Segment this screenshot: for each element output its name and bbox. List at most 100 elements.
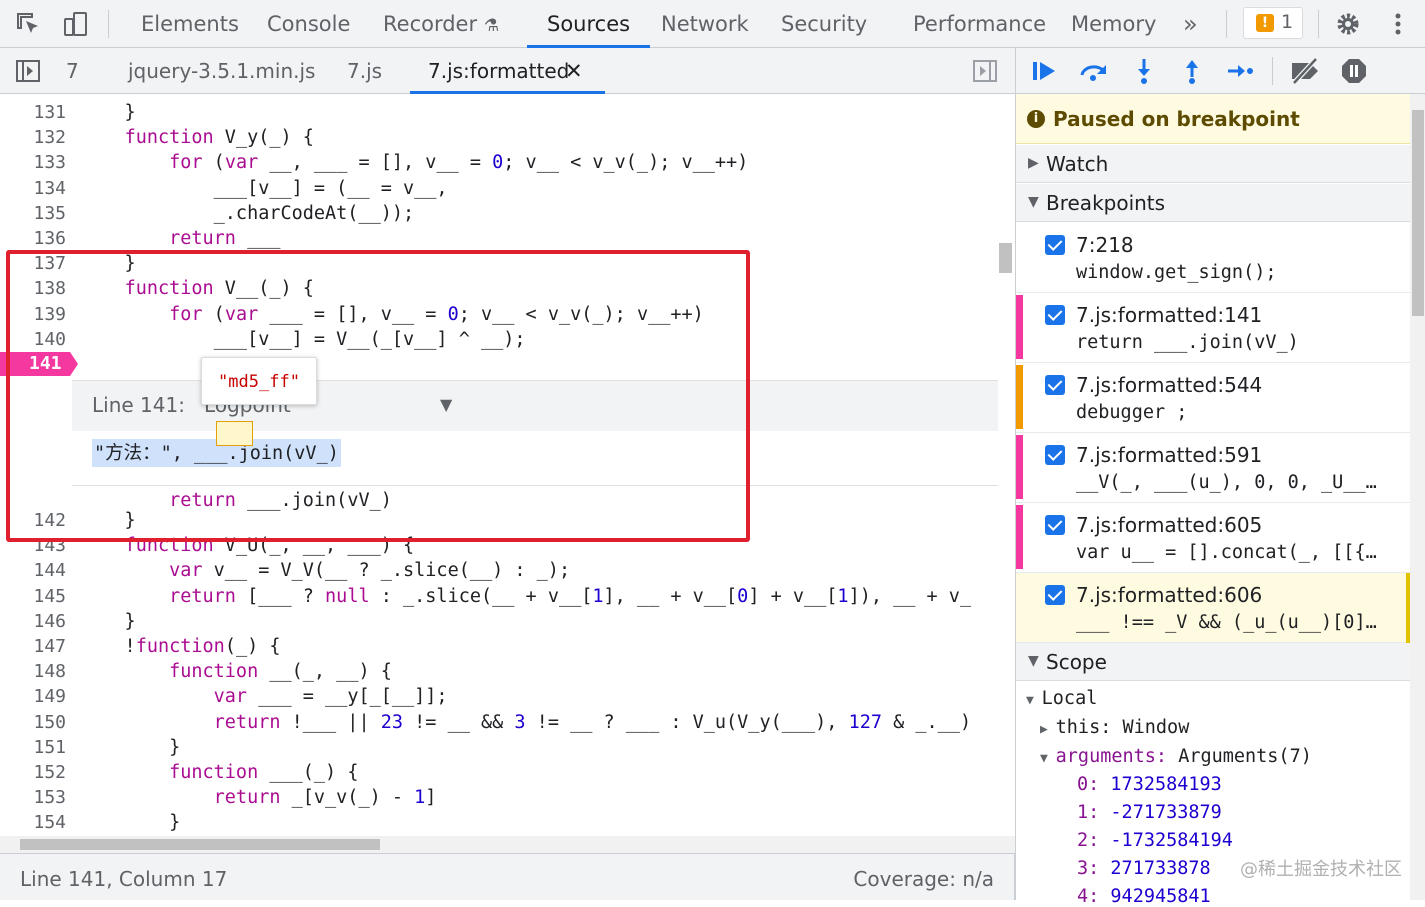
close-tab-icon[interactable]: ✕ <box>565 48 583 94</box>
line-number[interactable]: 145 <box>0 586 66 607</box>
argument-value: 942945841 <box>1110 886 1211 907</box>
issues-badge[interactable]: ! 1 <box>1243 7 1303 39</box>
inspect-element-icon[interactable] <box>14 10 42 38</box>
tab-network[interactable]: Network <box>661 0 749 47</box>
file-tab-7[interactable]: 7 <box>66 48 79 93</box>
file-tab-7js[interactable]: 7.js <box>347 48 382 93</box>
breakpoint-checkbox[interactable] <box>1045 235 1065 255</box>
editor-horizontal-scroll-thumb[interactable] <box>20 839 380 850</box>
sidebar-scroll-thumb[interactable] <box>1412 110 1424 316</box>
line-number[interactable]: 146 <box>0 611 66 632</box>
tab-elements[interactable]: Elements <box>141 0 239 47</box>
breakpoint-checkbox[interactable] <box>1045 375 1065 395</box>
paused-message: Paused on breakpoint <box>1053 107 1300 131</box>
line-number[interactable]: 135 <box>0 203 66 224</box>
argument-value: 1732584193 <box>1110 774 1222 795</box>
breakpoint-color-bar <box>1016 295 1023 359</box>
argument-index: 4: <box>1077 886 1100 907</box>
debugger-controls <box>1015 48 1425 94</box>
tab-performance[interactable]: Performance <box>913 0 1046 47</box>
line-number[interactable]: 132 <box>0 127 66 148</box>
scope-local-label: Local <box>1041 688 1098 709</box>
coverage-status[interactable]: Coverage: n/a <box>853 867 994 891</box>
breakpoint-source: window.get_sign(); <box>1076 262 1277 283</box>
code-line: function V_y(_) { <box>124 127 314 149</box>
breakpoint-checkbox[interactable] <box>1045 515 1065 535</box>
argument-index: 1: <box>1077 802 1100 823</box>
device-toggle-icon[interactable] <box>62 10 90 38</box>
collapse-triangle-icon: ▼ <box>1028 653 1039 669</box>
pause-on-exceptions-icon[interactable] <box>1340 57 1368 85</box>
file-tab-7js-formatted[interactable]: 7.js:formatted <box>409 48 606 94</box>
line-number[interactable]: 152 <box>0 762 66 783</box>
section-breakpoints[interactable]: ▼ Breakpoints <box>1016 184 1410 222</box>
line-number[interactable]: 151 <box>0 737 66 758</box>
breakpoint-item[interactable]: 7:218 window.get_sign(); <box>1016 223 1410 293</box>
tab-console[interactable]: Console <box>267 0 350 47</box>
line-number[interactable]: 133 <box>0 152 66 173</box>
line-number[interactable]: 149 <box>0 686 66 707</box>
more-tabs-icon[interactable]: » <box>1183 0 1198 47</box>
scope-this[interactable]: ▶ this: Window <box>1040 717 1189 738</box>
breakpoint-item[interactable]: 7.js:formatted:141 return ___.join(vV_) <box>1016 293 1410 363</box>
editor-vertical-scroll-thumb[interactable] <box>999 243 1012 273</box>
file-tab-bar: 7 jquery-3.5.1.min.js 7.js 7.js:formatte… <box>0 48 1015 94</box>
argument-entry[interactable]: 4: 942945841 <box>1077 886 1211 907</box>
breakpoint-color-bar <box>1016 575 1023 639</box>
step-out-icon[interactable] <box>1178 57 1206 85</box>
breakpoint-checkbox[interactable] <box>1045 305 1065 325</box>
breakpoint-item[interactable]: 7.js:formatted:606 ___ !== _V && (_u_(u__… <box>1016 573 1410 643</box>
line-number[interactable]: 150 <box>0 712 66 733</box>
editor-vertical-scrollbar[interactable] <box>998 94 1015 836</box>
code-line: var v__ = V_V(__ ? _.slice(__) : _); <box>169 560 571 582</box>
breakpoint-item[interactable]: 7.js:formatted:544 debugger ; <box>1016 363 1410 433</box>
step-over-icon[interactable] <box>1078 57 1106 85</box>
breakpoint-color-bar <box>1016 225 1023 289</box>
tab-sources[interactable]: Sources <box>526 0 651 48</box>
settings-gear-icon[interactable] <box>1334 10 1362 38</box>
breakpoint-checkbox[interactable] <box>1045 585 1065 605</box>
breakpoint-item[interactable]: 7.js:formatted:605 var u__ = [].concat(_,… <box>1016 503 1410 573</box>
argument-index: 0: <box>1077 774 1100 795</box>
breakpoint-source: __V(_, ___(u_), 0, 0, _U__… <box>1076 472 1377 493</box>
deactivate-breakpoints-icon[interactable] <box>1288 57 1324 85</box>
scope-arguments[interactable]: ▼ arguments: Arguments(7) <box>1040 746 1312 767</box>
kebab-menu-icon[interactable] <box>1384 10 1412 38</box>
breakpoint-checkbox[interactable] <box>1045 445 1065 465</box>
line-number[interactable]: 144 <box>0 560 66 581</box>
line-number[interactable]: 131 <box>0 102 66 123</box>
line-number[interactable]: 148 <box>0 661 66 682</box>
argument-entry[interactable]: 1: -271733879 <box>1077 802 1222 823</box>
breakpoint-item[interactable]: 7.js:formatted:591 __V(_, ___(u_), 0, 0, … <box>1016 433 1410 503</box>
argument-entry[interactable]: 3: 271733878 <box>1077 858 1211 879</box>
line-number[interactable]: 154 <box>0 812 66 833</box>
collapse-triangle-icon: ▼ <box>1026 693 1042 708</box>
step-into-icon[interactable] <box>1130 57 1158 85</box>
section-scope[interactable]: ▼ Scope <box>1016 643 1410 681</box>
file-tab-jquery[interactable]: jquery-3.5.1.min.js <box>128 48 315 93</box>
breakpoint-location: 7.js:formatted:605 <box>1076 513 1263 537</box>
resume-icon[interactable] <box>1030 57 1058 85</box>
tab-security[interactable]: Security <box>781 0 867 47</box>
section-watch[interactable]: ▶ Watch <box>1016 145 1410 183</box>
breakpoint-color-bar <box>1016 505 1023 569</box>
navigator-toggle-icon[interactable] <box>14 57 42 85</box>
scope-local[interactable]: ▼ Local <box>1026 688 1097 709</box>
expand-triangle-icon: ▶ <box>1028 155 1039 171</box>
debugger-toggle-icon[interactable] <box>971 57 999 85</box>
line-number[interactable]: 147 <box>0 636 66 657</box>
step-icon[interactable] <box>1226 57 1254 85</box>
issues-count: 1 <box>1281 11 1294 33</box>
argument-entry[interactable]: 2: -1732584194 <box>1077 830 1233 851</box>
code-line: !function(_) { <box>80 636 281 657</box>
line-number[interactable]: 153 <box>0 787 66 808</box>
argument-entry[interactable]: 0: 1732584193 <box>1077 774 1222 795</box>
tab-recorder[interactable]: Recorder ⚗ <box>383 0 499 47</box>
breakpoint-location: 7:218 <box>1076 233 1134 257</box>
expand-triangle-icon: ▶ <box>1040 722 1056 737</box>
line-number[interactable]: 136 <box>0 228 66 249</box>
tab-memory[interactable]: Memory <box>1071 0 1156 47</box>
argument-value: -271733879 <box>1110 802 1222 823</box>
section-breakpoints-label: Breakpoints <box>1046 191 1166 215</box>
line-number[interactable]: 134 <box>0 178 66 199</box>
